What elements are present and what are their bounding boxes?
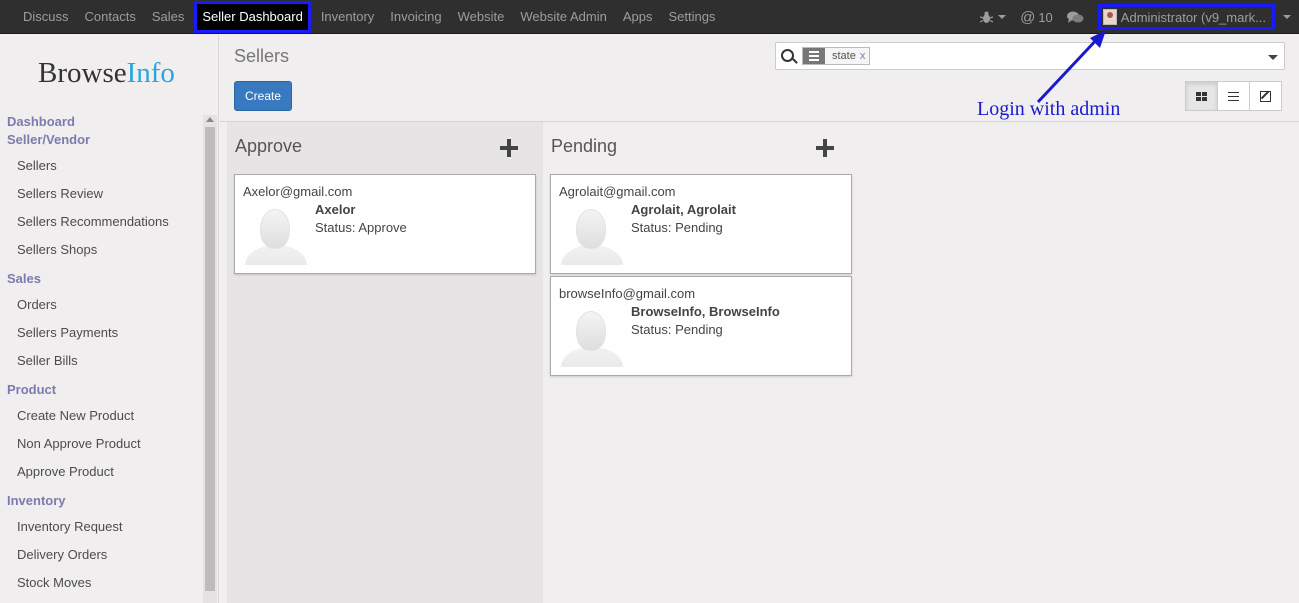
chevron-down-icon bbox=[1283, 15, 1291, 19]
seller-status: Status: Approve bbox=[315, 220, 407, 235]
chat-bubbles-icon bbox=[1066, 11, 1084, 23]
filter-list-icon bbox=[803, 48, 825, 64]
sidebar-header-product: Product bbox=[7, 382, 57, 397]
at-icon: @ bbox=[1020, 8, 1036, 26]
menu-website[interactable]: Website bbox=[450, 0, 513, 34]
menu-inventory[interactable]: Inventory bbox=[313, 0, 382, 34]
avatar-placeholder bbox=[561, 311, 623, 367]
menu-contacts[interactable]: Contacts bbox=[77, 0, 144, 34]
menu-website-admin[interactable]: Website Admin bbox=[512, 0, 614, 34]
seller-name: Agrolait, Agrolait bbox=[631, 202, 736, 217]
seller-card[interactable]: browseInfo@gmail.com BrowseInfo, BrowseI… bbox=[550, 276, 852, 376]
edit-icon bbox=[1260, 90, 1271, 102]
seller-status: Status: Pending bbox=[631, 220, 723, 235]
sidebar-item-sellers-payments[interactable]: Sellers Payments bbox=[0, 319, 203, 347]
seller-email: browseInfo@gmail.com bbox=[559, 286, 696, 301]
chevron-down-icon bbox=[998, 15, 1007, 19]
menu-invoicing[interactable]: Invoicing bbox=[382, 0, 449, 34]
menu-settings[interactable]: Settings bbox=[660, 0, 723, 34]
brand-logo: BrowseInfo bbox=[38, 57, 175, 90]
column-title: Approve bbox=[235, 136, 303, 156]
sidebar-item-sellers[interactable]: Sellers bbox=[0, 152, 203, 180]
menu-seller-dashboard[interactable]: Seller Dashboard bbox=[194, 1, 311, 33]
annotation-arrow bbox=[1036, 30, 1106, 104]
systray: @ 10 Administrator (v9_mark... bbox=[966, 0, 1291, 34]
sidebar-item-approve-product[interactable]: Approve Product bbox=[0, 458, 203, 486]
seller-email: Axelor@gmail.com bbox=[243, 184, 353, 199]
sidebar-item-non-approve-product[interactable]: Non Approve Product bbox=[0, 430, 203, 458]
kanban-view-button[interactable] bbox=[1185, 81, 1218, 111]
page-title: Sellers bbox=[234, 46, 290, 66]
sidebar-header-dashboard[interactable]: Dashboard bbox=[0, 113, 203, 131]
mentions-counter[interactable]: @ 10 bbox=[1020, 9, 1053, 26]
menu-apps[interactable]: Apps bbox=[615, 0, 661, 34]
scrollbar-thumb[interactable] bbox=[205, 127, 215, 591]
top-navbar: Discuss Contacts Sales Seller Dashboard … bbox=[0, 0, 1299, 34]
seller-name: BrowseInfo, BrowseInfo bbox=[631, 304, 780, 319]
seller-email: Agrolait@gmail.com bbox=[559, 184, 676, 199]
sidebar-item-orders[interactable]: Orders bbox=[0, 291, 203, 319]
sidebar-item-sellers-shops[interactable]: Sellers Shops bbox=[0, 236, 203, 264]
avatar-placeholder bbox=[245, 209, 307, 265]
plus-icon[interactable] bbox=[816, 139, 834, 157]
logo-main: Browse bbox=[38, 57, 127, 89]
sidebar: BrowseInfo Dashboard Seller/Vendor Selle… bbox=[0, 35, 219, 603]
user-name: Administrator (v9_mark... bbox=[1120, 9, 1266, 25]
grid-icon bbox=[1196, 91, 1207, 101]
facet-value: state bbox=[832, 50, 856, 62]
seller-name: Axelor bbox=[315, 202, 356, 217]
sidebar-header-inventory: Inventory bbox=[7, 493, 66, 508]
sidebar-header-sales: Sales bbox=[7, 271, 41, 286]
menu-sales[interactable]: Sales bbox=[144, 0, 193, 34]
sidebar-header-seller-vendor: Seller/Vendor bbox=[7, 132, 91, 147]
seller-card[interactable]: Agrolait@gmail.com Agrolait, Agrolait St… bbox=[550, 174, 852, 274]
view-switcher bbox=[1185, 81, 1282, 111]
chat-button[interactable] bbox=[1066, 11, 1084, 24]
logo-accent: Info bbox=[126, 57, 175, 89]
debug-menu[interactable] bbox=[980, 11, 1007, 24]
sidebar-item-sellers-recommendations[interactable]: Sellers Recommendations bbox=[0, 208, 203, 236]
avatar-placeholder bbox=[561, 209, 623, 265]
user-menu[interactable]: Administrator (v9_mark... bbox=[1097, 4, 1291, 30]
sidebar-item-inventory-request[interactable]: Inventory Request bbox=[0, 513, 203, 541]
mentions-count: 10 bbox=[1038, 9, 1053, 25]
list-view-button[interactable] bbox=[1217, 81, 1250, 111]
annotation-text: Login with admin bbox=[977, 98, 1121, 120]
kanban-board: Approve Axelor@gmail.com Axelor Status: … bbox=[220, 121, 1299, 603]
kanban-column-pending: Pending Agrolait@gmail.com Agrolait, Agr… bbox=[543, 122, 859, 603]
sidebar-item-seller-bills[interactable]: Seller Bills bbox=[0, 347, 203, 375]
menu-discuss[interactable]: Discuss bbox=[15, 0, 77, 34]
app-menu: Discuss Contacts Sales Seller Dashboard … bbox=[15, 0, 723, 34]
create-button[interactable]: Create bbox=[234, 81, 292, 111]
scroll-up-arrow-icon[interactable] bbox=[206, 117, 214, 122]
plus-icon[interactable] bbox=[500, 139, 518, 157]
seller-card[interactable]: Axelor@gmail.com Axelor Status: Approve bbox=[234, 174, 536, 274]
sidebar-item-create-new-product[interactable]: Create New Product bbox=[0, 402, 203, 430]
sidebar-item-stock-moves[interactable]: Stock Moves bbox=[0, 569, 203, 597]
search-facet: state x bbox=[802, 47, 871, 65]
seller-status: Status: Pending bbox=[631, 322, 723, 337]
sidebar-scrollbar[interactable] bbox=[203, 115, 217, 603]
facet-remove-button[interactable]: x bbox=[860, 50, 870, 62]
bug-icon bbox=[980, 11, 994, 23]
search-options-toggle[interactable] bbox=[1268, 55, 1278, 60]
sidebar-item-sellers-review[interactable]: Sellers Review bbox=[0, 180, 203, 208]
search-icon bbox=[781, 49, 794, 62]
sidebar-item-delivery-orders[interactable]: Delivery Orders bbox=[0, 541, 203, 569]
avatar bbox=[1102, 9, 1117, 25]
list-icon bbox=[1228, 91, 1239, 101]
user-highlight: Administrator (v9_mark... bbox=[1097, 4, 1275, 30]
sidebar-menu: Dashboard Seller/Vendor Sellers Sellers … bbox=[0, 113, 203, 597]
column-title: Pending bbox=[551, 136, 618, 156]
form-view-button[interactable] bbox=[1249, 81, 1282, 111]
kanban-column-approve: Approve Axelor@gmail.com Axelor Status: … bbox=[227, 122, 543, 603]
